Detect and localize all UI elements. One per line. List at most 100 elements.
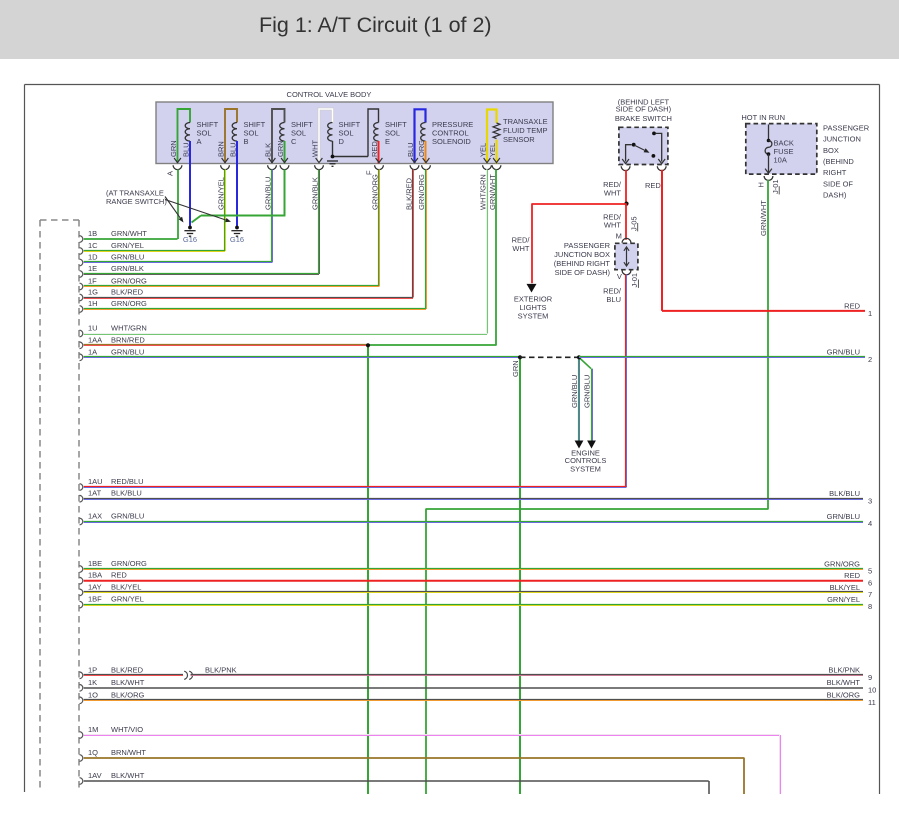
svg-text:RED: RED: [370, 141, 379, 157]
svg-text:SHIFT: SHIFT: [197, 120, 219, 129]
svg-text:RED: RED: [844, 571, 860, 580]
svg-text:PASSENGER: PASSENGER: [823, 123, 870, 132]
svg-text:BLK/PNK: BLK/PNK: [205, 666, 237, 675]
svg-text:CONTROLS: CONTROLS: [565, 456, 607, 465]
svg-text:GRN/BLU: GRN/BLU: [827, 348, 860, 357]
svg-text:BLK/WHT: BLK/WHT: [111, 678, 145, 687]
svg-text:RED: RED: [645, 181, 661, 190]
svg-text:CONTROL VALVE BODY: CONTROL VALVE BODY: [287, 90, 372, 99]
svg-text:1D: 1D: [88, 253, 98, 262]
svg-text:J-01: J-01: [771, 179, 780, 194]
svg-text:SYSTEM: SYSTEM: [518, 311, 549, 320]
svg-text:1BA: 1BA: [88, 571, 102, 580]
svg-text:GRN/BLK: GRN/BLK: [111, 264, 144, 273]
svg-text:BLK/BLU: BLK/BLU: [111, 489, 142, 498]
svg-text:TRANSAXLE: TRANSAXLE: [503, 117, 548, 126]
svg-text:BLU: BLU: [606, 295, 621, 304]
svg-text:SHIFT: SHIFT: [244, 120, 266, 129]
svg-text:8: 8: [868, 602, 872, 611]
svg-text:GRN/ORG: GRN/ORG: [417, 174, 426, 210]
svg-text:BLU: BLU: [229, 142, 238, 157]
svg-text:H: H: [757, 182, 766, 187]
svg-text:GRN/ORG: GRN/ORG: [111, 277, 147, 286]
svg-text:RED: RED: [844, 301, 860, 310]
svg-text:V: V: [617, 272, 622, 281]
svg-text:BLK/BLU: BLK/BLU: [829, 489, 860, 498]
svg-text:BLK/RED: BLK/RED: [111, 288, 144, 297]
svg-text:PASSENGER: PASSENGER: [564, 241, 611, 250]
svg-text:J-01: J-01: [630, 273, 639, 288]
svg-text:G16: G16: [183, 235, 197, 244]
svg-text:10A: 10A: [774, 156, 787, 165]
svg-text:BRN/RED: BRN/RED: [111, 335, 145, 344]
svg-text:G16: G16: [230, 235, 244, 244]
svg-text:1BF: 1BF: [88, 595, 102, 604]
svg-text:RED: RED: [111, 571, 127, 580]
svg-text:1H: 1H: [88, 299, 98, 308]
svg-text:BLK/WHT: BLK/WHT: [111, 771, 145, 780]
svg-text:1Q: 1Q: [88, 748, 98, 757]
svg-text:JUNCTION: JUNCTION: [823, 135, 861, 144]
svg-text:M: M: [616, 232, 622, 241]
svg-text:GRN/BLU: GRN/BLU: [111, 347, 144, 356]
svg-text:SHIFT: SHIFT: [385, 120, 407, 129]
svg-text:BLU: BLU: [182, 142, 191, 157]
svg-text:1G: 1G: [88, 288, 98, 297]
svg-text:1P: 1P: [88, 665, 97, 674]
svg-text:BLK/RED: BLK/RED: [111, 665, 144, 674]
svg-text:GRN/BLU: GRN/BLU: [827, 512, 860, 521]
svg-text:BOX: BOX: [823, 146, 839, 155]
svg-text:GRN: GRN: [511, 360, 520, 377]
svg-text:BLK/PNK: BLK/PNK: [828, 666, 860, 675]
svg-text:SIDE OF DASH): SIDE OF DASH): [616, 105, 672, 114]
svg-text:RED/BLU: RED/BLU: [111, 477, 144, 486]
svg-text:1AX: 1AX: [88, 512, 102, 521]
svg-text:J-05: J-05: [629, 216, 638, 231]
svg-text:GRN/ORG: GRN/ORG: [824, 559, 860, 568]
svg-text:WHT/VIO: WHT/VIO: [111, 725, 143, 734]
svg-text:D: D: [339, 137, 345, 146]
svg-text:BLK/WHT: BLK/WHT: [827, 678, 861, 687]
svg-text:1E: 1E: [88, 264, 97, 273]
svg-text:BRN: BRN: [217, 141, 226, 157]
svg-text:2: 2: [868, 355, 872, 364]
svg-text:GRN/BLU: GRN/BLU: [570, 375, 579, 408]
svg-text:BRN/WHT: BRN/WHT: [111, 748, 146, 757]
svg-text:BLK/ORG: BLK/ORG: [827, 691, 861, 700]
svg-text:1O: 1O: [88, 690, 98, 699]
svg-text:WHT/GRN: WHT/GRN: [479, 174, 488, 210]
svg-text:1A: 1A: [88, 347, 97, 356]
svg-text:GRN/BLU: GRN/BLU: [111, 512, 144, 521]
svg-text:ORG: ORG: [417, 140, 426, 157]
svg-text:1BE: 1BE: [88, 559, 102, 568]
svg-text:1F: 1F: [88, 277, 97, 286]
svg-text:GRN/WHT: GRN/WHT: [488, 174, 497, 210]
svg-text:SOLENOID: SOLENOID: [432, 137, 471, 146]
svg-text:3: 3: [868, 496, 872, 505]
svg-text:GRN/WHT: GRN/WHT: [111, 229, 147, 238]
svg-text:SIDE OF: SIDE OF: [823, 179, 853, 188]
svg-text:GRN/YEL: GRN/YEL: [111, 595, 144, 604]
svg-text:BRAKE SWITCH: BRAKE SWITCH: [615, 114, 672, 123]
svg-text:GRN/ORG: GRN/ORG: [111, 299, 147, 308]
svg-text:1AU: 1AU: [88, 477, 103, 486]
svg-text:SENSOR: SENSOR: [503, 135, 535, 144]
svg-text:6: 6: [868, 578, 872, 587]
svg-text:11: 11: [868, 698, 876, 707]
svg-text:GRN/BLU: GRN/BLU: [111, 253, 144, 262]
svg-text:1AA: 1AA: [88, 335, 102, 344]
svg-text:SHIFT: SHIFT: [291, 120, 313, 129]
svg-text:GRN/YEL: GRN/YEL: [111, 241, 144, 250]
svg-text:E: E: [385, 137, 390, 146]
svg-text:HOT IN RUN: HOT IN RUN: [741, 113, 785, 122]
svg-text:BLK: BLK: [264, 143, 273, 157]
svg-text:WHT: WHT: [604, 221, 621, 230]
svg-text:1: 1: [868, 309, 872, 318]
svg-text:1M: 1M: [88, 725, 98, 734]
svg-text:B: B: [244, 137, 249, 146]
svg-text:5: 5: [868, 567, 872, 576]
svg-text:1AV: 1AV: [88, 771, 102, 780]
svg-text:RANGE SWITCH): RANGE SWITCH): [106, 197, 167, 206]
svg-text:9: 9: [868, 673, 872, 682]
svg-text:GRN/ORG: GRN/ORG: [111, 559, 147, 568]
